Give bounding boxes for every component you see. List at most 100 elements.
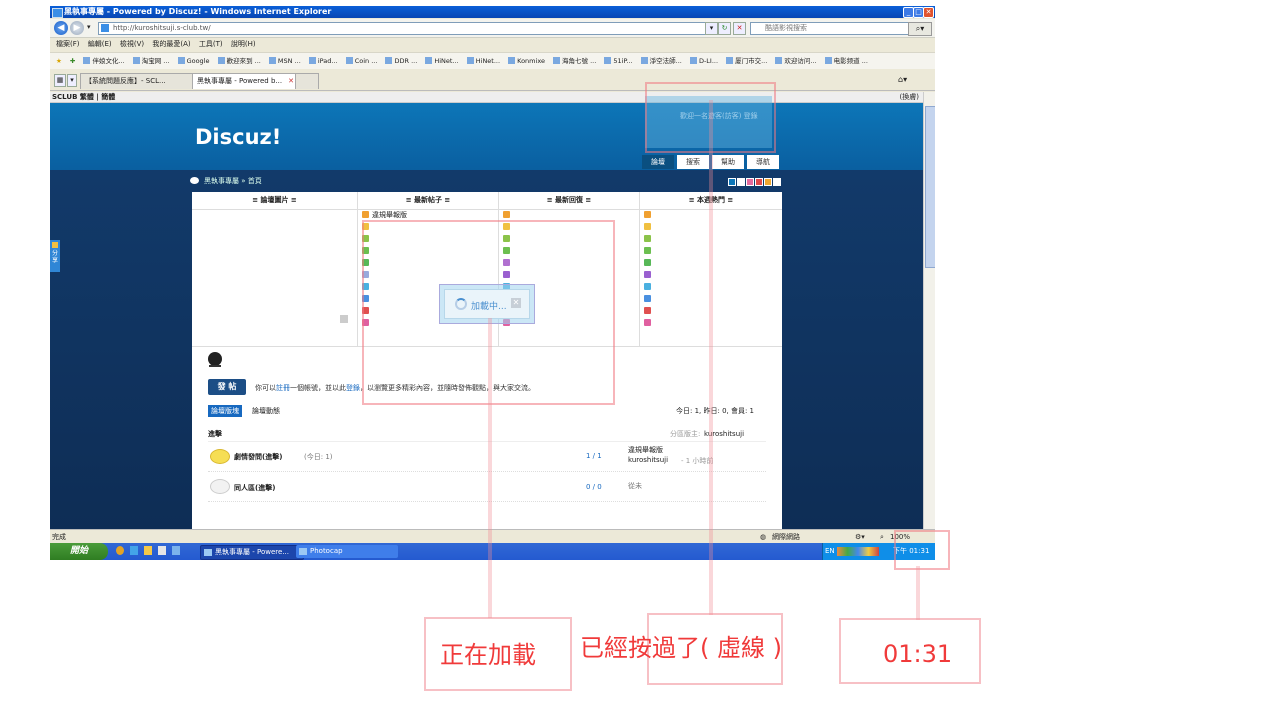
color-swatch[interactable] (755, 178, 763, 186)
column-title: ≡ 論壇圖片 ≡ (192, 192, 357, 210)
fav-link[interactable]: 欢迎访问... (775, 53, 817, 69)
forum-name[interactable]: 劇情發問(進擊) (234, 452, 282, 462)
search-input[interactable]: 酷語影視搜索 (750, 22, 916, 35)
back-button[interactable]: ◀ (54, 21, 68, 35)
column-title: ≡ 最新帖子 ≡ (358, 192, 498, 210)
forum-last-user[interactable]: kuroshitsuji (628, 456, 668, 464)
menu-favorites[interactable]: 我的最愛(A) (152, 40, 190, 48)
fav-link[interactable]: 海角七號 ... (553, 53, 596, 69)
ie-icon (52, 8, 63, 18)
register-link[interactable]: 註冊 (276, 384, 290, 392)
color-swatch[interactable] (764, 178, 772, 186)
rank-icon (644, 211, 654, 220)
refresh-icon[interactable]: ↻ (718, 22, 731, 35)
favorites-star-icon[interactable]: ★ (56, 53, 62, 69)
menu-help[interactable]: 說明(H) (231, 40, 256, 48)
color-swatch[interactable] (773, 178, 781, 186)
tab-list-icon[interactable]: ▾ (67, 74, 77, 87)
color-swatch[interactable] (728, 178, 736, 186)
category-title[interactable]: 進擊 (208, 430, 222, 438)
history-dropdown-icon[interactable]: ▾ (87, 23, 91, 31)
address-bar: ◀ ▶ ▾ http://kuroshitsuji.s-club.tw/ ▾ ↻… (50, 19, 935, 38)
scrollbar-thumb[interactable] (925, 106, 935, 268)
add-favorite-icon[interactable]: ✚ (70, 53, 75, 69)
language-indicator[interactable]: EN (825, 547, 835, 555)
skin-switch-link[interactable]: (換膚) (900, 92, 919, 102)
menu-file[interactable]: 檔案(F) (56, 40, 80, 48)
fav-link[interactable]: 淘宝网 ... (132, 53, 169, 69)
annotation-connector (709, 100, 713, 615)
url-field[interactable]: http://kuroshitsuji.s-club.tw/ (98, 22, 720, 35)
forward-button[interactable]: ▶ (70, 21, 84, 35)
tray-icons[interactable] (837, 547, 879, 556)
status-zone: 網際網路 (772, 533, 800, 541)
nav-help[interactable]: 幫助 (712, 155, 744, 169)
login-link[interactable]: 登錄 (346, 384, 360, 392)
protected-mode-icon[interactable]: ⚙▾ (855, 530, 865, 544)
start-button[interactable]: 開始 (50, 543, 108, 560)
nav-forum[interactable]: 論壇 (642, 155, 674, 169)
tab-system-issues[interactable]: 【系統問題反應】- SCL... (80, 73, 196, 89)
menu-edit[interactable]: 編輯(E) (88, 40, 112, 48)
fav-link[interactable]: Konmixe (508, 53, 545, 69)
quicklaunch-icon[interactable] (172, 546, 180, 555)
quicklaunch-icon[interactable] (130, 546, 138, 555)
url-dropdown-icon[interactable]: ▾ (705, 22, 718, 35)
color-swatch[interactable] (746, 178, 754, 186)
site-logo[interactable]: Discuz! (195, 125, 281, 149)
fav-link[interactable]: Coin ... (345, 53, 377, 69)
rank-icon (644, 271, 654, 280)
color-swatch[interactable] (737, 178, 745, 186)
slideshow-control-icon[interactable] (340, 315, 348, 323)
fav-link[interactable]: 电影频道 ... (824, 53, 868, 69)
close-button[interactable]: ✕ (923, 7, 934, 18)
title-bar: 黑執事專屬 - Powered by Discuz! - Windows Int… (50, 6, 935, 18)
fav-link[interactable]: 伴娘文化... (83, 53, 125, 69)
new-post-button[interactable]: 發 帖 (208, 379, 246, 395)
fav-link[interactable]: HiNet... (466, 53, 500, 69)
nav-guide[interactable]: 導航 (747, 155, 779, 169)
stop-icon[interactable]: ✕ (733, 22, 746, 35)
forum-icon (210, 479, 230, 494)
zoom-icon[interactable]: ⌕ (880, 530, 884, 544)
fav-link[interactable]: 51iP... (604, 53, 633, 69)
nav-search[interactable]: 搜索 (677, 155, 709, 169)
fav-link[interactable]: 厦门市交... (726, 53, 767, 69)
fav-link[interactable]: HiNet... (425, 53, 459, 69)
fav-link[interactable]: 淨空法師... (640, 53, 682, 69)
quicklaunch-icon[interactable] (144, 546, 152, 555)
quicklaunch-icon[interactable] (158, 546, 166, 555)
forum-name[interactable]: 同人區(進擊) (234, 483, 275, 493)
fav-link[interactable]: MSN ... (268, 53, 301, 69)
annotation-connector (916, 566, 920, 620)
menu-view[interactable]: 檢視(V) (120, 40, 144, 48)
tab-forum-sections[interactable]: 論壇版塊 (208, 405, 242, 417)
forum-new-icon (210, 449, 230, 464)
rank-icon (644, 259, 654, 268)
fav-link[interactable]: DDR ... (385, 53, 417, 69)
quicklaunch-icon[interactable] (116, 546, 124, 555)
tab-kuroshitsuji[interactable]: 黑執事專屬 - Powered b... ✕ (192, 73, 298, 89)
share-float-tab[interactable]: 分享 (50, 240, 60, 272)
vertical-scrollbar[interactable] (923, 92, 935, 529)
quick-tabs-icon[interactable]: ▦ (54, 74, 66, 87)
tab-close-icon[interactable]: ✕ (288, 74, 294, 89)
fav-link[interactable]: D-LI... (689, 53, 718, 69)
sclub-links[interactable]: SCLUB 繁體 | 簡體 (52, 93, 115, 101)
tab-forum-activity[interactable]: 論壇動態 (252, 405, 280, 417)
favorites-bar: ★ ✚ 伴娘文化... 淘宝网 ... Google 歡迎來到 ... MSN … (50, 52, 935, 69)
fav-link[interactable]: Google (177, 53, 209, 69)
home-icon[interactable]: ⌂▾ (898, 75, 907, 84)
search-icon[interactable]: ⌕▾ (908, 22, 932, 36)
breadcrumb[interactable]: 黑執事專屬 » 首頁 (190, 176, 262, 186)
rank-icon (644, 307, 654, 316)
fav-link[interactable]: 歡迎來到 ... (217, 53, 261, 69)
new-tab-button[interactable] (295, 73, 319, 89)
taskbar-item-photocap[interactable]: Photocap (296, 545, 398, 558)
sclub-topbar: SCLUB 繁體 | 簡體 (換膚) (50, 92, 923, 103)
fav-link[interactable]: iPad... (308, 53, 338, 69)
taskbar-item-ie[interactable]: 黑執事專屬 - Powere... (200, 545, 304, 560)
forum-last-title[interactable]: 違規舉報版 (628, 445, 663, 455)
list-item[interactable]: 違規舉報版 (362, 211, 407, 220)
menu-tools[interactable]: 工具(T) (199, 40, 223, 48)
